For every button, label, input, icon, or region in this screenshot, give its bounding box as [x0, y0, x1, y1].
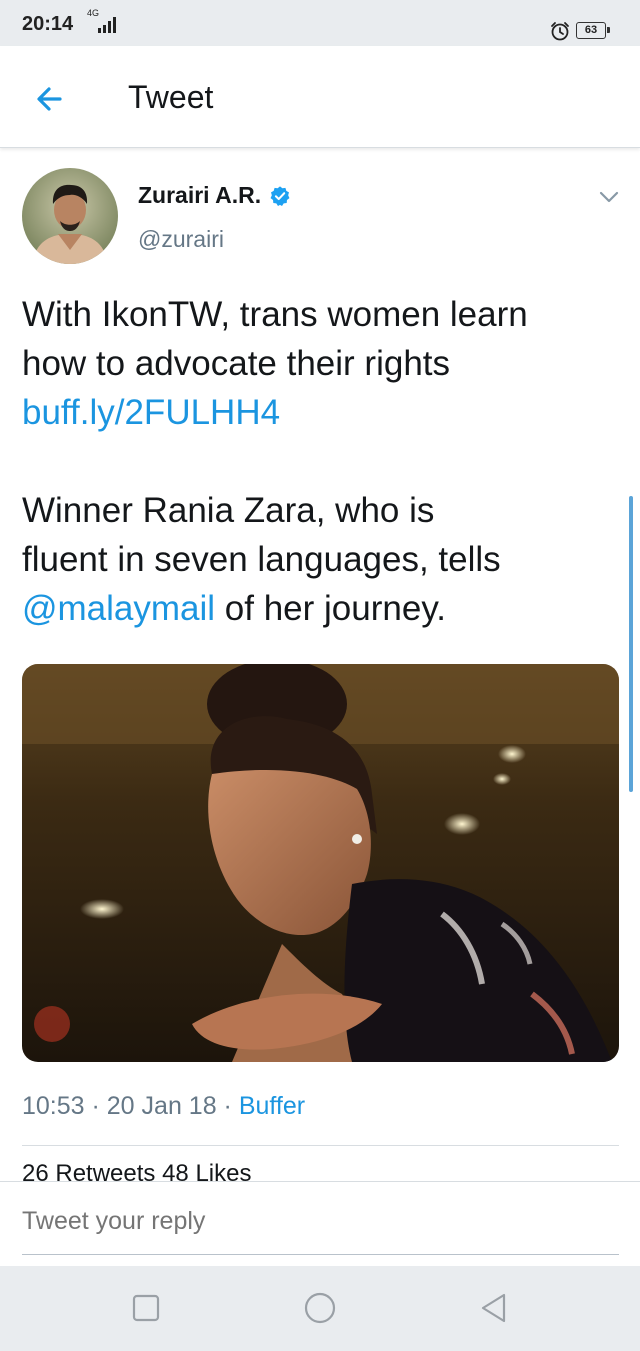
author-name[interactable]: Zurairi A.R. [138, 182, 261, 209]
tweet-link[interactable]: buff.ly/2FULHH4 [22, 393, 280, 432]
avatar[interactable] [22, 168, 118, 264]
top-app-bar: Tweet [0, 46, 640, 148]
tweet-line: Winner Rania Zara, who is [22, 491, 435, 530]
tweet-line: how to advocate their rights [22, 344, 451, 383]
author-handle[interactable]: @zurairi [138, 226, 224, 253]
recent-apps-icon[interactable] [126, 1288, 166, 1328]
tweet-time: 10:53 [22, 1092, 85, 1120]
arrow-left-icon[interactable] [30, 79, 70, 119]
tweet-line-tail: of her journey. [215, 589, 446, 628]
status-bar: 20:14 4G 63 [0, 0, 640, 46]
tweet-meta: 10:53 · 20 Jan 18 · Buffer [22, 1092, 305, 1121]
system-nav-bar [0, 1266, 640, 1351]
signal-icon [98, 17, 116, 33]
home-icon[interactable] [300, 1288, 340, 1328]
meta-separator: · [84, 1092, 107, 1120]
author-row[interactable]: Zurairi A.R. [138, 182, 291, 209]
photo-image [22, 664, 619, 1062]
alarm-icon [551, 22, 569, 41]
tweet-source[interactable]: Buffer [239, 1092, 305, 1120]
reply-input[interactable] [22, 1207, 344, 1236]
tweet-line: fluent in seven languages, tells [22, 540, 501, 579]
tweet-date: 20 Jan 18 [106, 1092, 217, 1120]
divider [22, 1145, 619, 1146]
reply-bar [0, 1181, 640, 1266]
tweet-line: With IkonTW, trans women learn [22, 295, 528, 334]
page-title: Tweet [128, 79, 214, 115]
scrollbar[interactable] [629, 496, 633, 792]
chevron-down-icon[interactable] [596, 184, 622, 210]
status-time: 20:14 [22, 13, 74, 35]
tweet-body: With IkonTW, trans women learn how to ad… [22, 290, 612, 633]
battery-icon: 63 [576, 22, 610, 39]
mention-link[interactable]: @malaymail [22, 589, 215, 628]
tweet-stats[interactable]: 26 Retweets 48 Likes [22, 1160, 251, 1182]
tweet-photo[interactable] [22, 664, 619, 1062]
avatar-image [22, 168, 118, 264]
reply-underline [22, 1254, 619, 1255]
battery-level: 63 [584, 24, 598, 36]
verified-badge-icon [270, 185, 290, 206]
meta-separator: · [216, 1092, 239, 1120]
back-nav-icon[interactable] [474, 1288, 514, 1328]
